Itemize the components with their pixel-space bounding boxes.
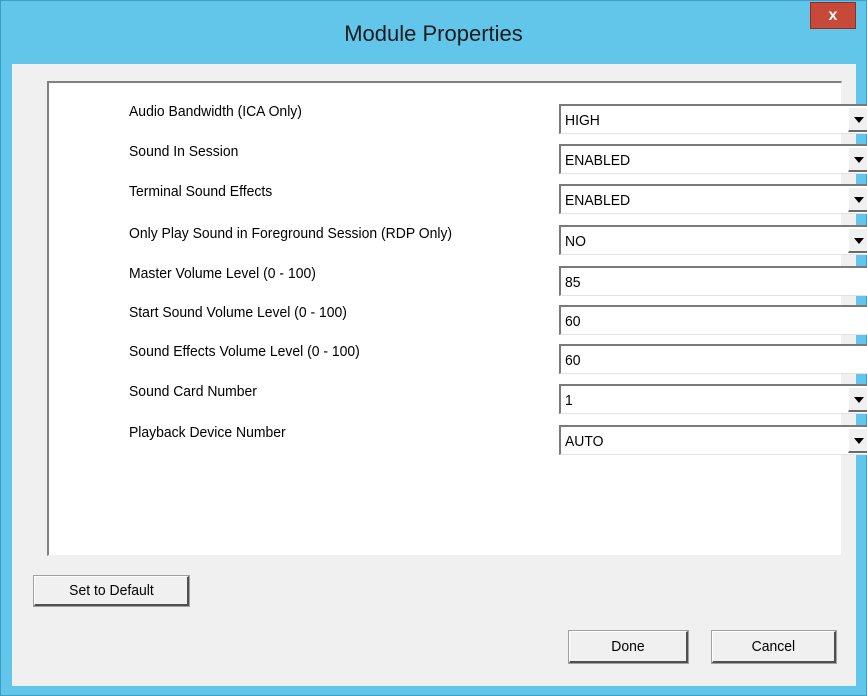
- chevron-down-icon[interactable]: [848, 107, 867, 132]
- set-to-default-label: Set to Default: [68, 582, 154, 599]
- master-volume-input[interactable]: 85: [559, 266, 867, 296]
- start-sound-volume-value: 60: [565, 313, 581, 330]
- done-button[interactable]: Done: [568, 630, 689, 664]
- terminal-sound-effects-dropdown[interactable]: ENABLED: [559, 184, 867, 214]
- done-label: Done: [611, 638, 645, 655]
- dialog-client-area: Audio Bandwidth (ICA Only) HIGH Sound In…: [12, 64, 867, 686]
- sound-in-session-dropdown[interactable]: ENABLED: [559, 144, 867, 174]
- cancel-label: Cancel: [751, 638, 796, 655]
- cancel-button[interactable]: Cancel: [711, 630, 837, 664]
- chevron-down-icon[interactable]: [848, 147, 867, 172]
- foreground-only-value: NO: [565, 233, 586, 250]
- setting-label-start-sound-volume: Start Sound Volume Level (0 - 100): [129, 304, 347, 321]
- setting-label-foreground-only: Only Play Sound in Foreground Session (R…: [129, 225, 453, 242]
- chevron-down-icon[interactable]: [848, 228, 867, 253]
- master-volume-value: 85: [565, 274, 581, 291]
- audio-bandwidth-value: HIGH: [565, 112, 600, 129]
- setting-label-effects-volume: Sound Effects Volume Level (0 - 100): [129, 343, 360, 360]
- playback-device-dropdown[interactable]: AUTO: [559, 425, 867, 455]
- window-title: Module Properties: [344, 21, 523, 46]
- playback-device-value: AUTO: [565, 433, 604, 450]
- chevron-down-icon[interactable]: [848, 428, 867, 453]
- dialog-window: Module Properties x Audio Bandwidth (ICA…: [0, 0, 867, 696]
- title-bar[interactable]: Module Properties x: [1, 1, 866, 65]
- setting-label-audio-bandwidth: Audio Bandwidth (ICA Only): [129, 103, 302, 120]
- effects-volume-input[interactable]: 60: [559, 344, 867, 374]
- audio-bandwidth-dropdown[interactable]: HIGH: [559, 104, 867, 134]
- setting-label-terminal-sound-effects: Terminal Sound Effects: [129, 183, 273, 200]
- terminal-sound-effects-value: ENABLED: [565, 192, 631, 209]
- effects-volume-value: 60: [565, 352, 581, 369]
- chevron-down-icon[interactable]: [848, 387, 867, 412]
- chevron-down-icon[interactable]: [848, 187, 867, 212]
- sound-card-number-dropdown[interactable]: 1: [559, 384, 867, 414]
- settings-panel: Audio Bandwidth (ICA Only) HIGH Sound In…: [47, 81, 867, 556]
- setting-label-playback-device: Playback Device Number: [129, 424, 286, 441]
- setting-label-master-volume: Master Volume Level (0 - 100): [129, 265, 316, 282]
- close-button[interactable]: x: [810, 2, 856, 29]
- start-sound-volume-input[interactable]: 60: [559, 305, 867, 335]
- sound-in-session-value: ENABLED: [565, 152, 631, 169]
- set-to-default-button[interactable]: Set to Default: [33, 575, 190, 607]
- setting-label-sound-in-session: Sound In Session: [129, 143, 239, 160]
- foreground-only-dropdown[interactable]: NO: [559, 225, 867, 255]
- sound-card-number-value: 1: [565, 392, 573, 409]
- setting-label-sound-card-number: Sound Card Number: [129, 383, 257, 400]
